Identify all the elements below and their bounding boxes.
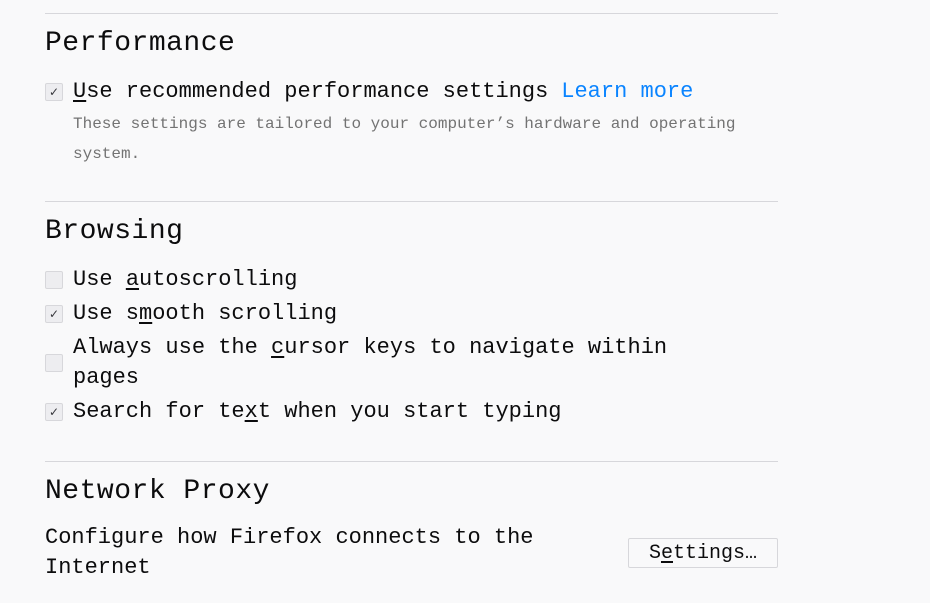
recommended-performance-checkbox[interactable]: ✓ <box>45 83 63 101</box>
label-text: Always use the <box>73 335 272 360</box>
performance-description: These settings are tailored to your comp… <box>73 115 736 163</box>
label-text: Use s <box>73 301 140 326</box>
label-text: Use <box>73 267 126 292</box>
recommended-performance-label[interactable]: Use recommended performance settings <box>73 77 548 107</box>
smooth-scrolling-option[interactable]: ✓ Use smooth scrolling <box>45 299 337 329</box>
label-text: ooth scrolling <box>152 301 338 326</box>
search-text-checkbox[interactable]: ✓ <box>45 403 63 421</box>
recommended-performance-option[interactable]: ✓ Use recommended performance settings L… <box>45 77 693 107</box>
browsing-divider <box>45 201 778 202</box>
browsing-heading: Browsing <box>45 216 184 247</box>
cursor-keys-label[interactable]: Always use the cursor keys to navigate w… <box>73 333 667 393</box>
autoscrolling-option[interactable]: Use autoscrolling <box>45 265 297 295</box>
access-key: x <box>244 399 258 424</box>
label-text: t when you start typing <box>257 399 562 424</box>
search-text-label[interactable]: Search for text when you start typing <box>73 397 562 427</box>
performance-heading: Performance <box>45 28 236 59</box>
network-divider <box>45 461 778 462</box>
top-divider <box>45 13 778 14</box>
button-text: ttings… <box>673 541 758 565</box>
network-settings-button[interactable]: Se ttings… <box>628 538 778 568</box>
button-text: S <box>648 541 661 565</box>
access-key: a <box>125 267 140 292</box>
search-text-option[interactable]: ✓ Search for text when you start typing <box>45 397 562 427</box>
network-proxy-description: Configure how Firefox connects to the In… <box>45 525 534 580</box>
access-key: c <box>271 335 285 360</box>
checkmark-icon: ✓ <box>48 405 60 419</box>
access-key: U <box>73 79 87 104</box>
access-key: m <box>139 301 153 326</box>
checkmark-icon: ✓ <box>48 85 60 99</box>
cursor-keys-option[interactable]: Always use the cursor keys to navigate w… <box>45 333 667 393</box>
label-text: se recommended performance settings <box>86 79 549 104</box>
autoscrolling-checkbox[interactable] <box>45 271 63 289</box>
access-key: e <box>660 541 673 565</box>
label-text: utoscrolling <box>139 267 298 292</box>
smooth-scrolling-checkbox[interactable]: ✓ <box>45 305 63 323</box>
autoscrolling-label[interactable]: Use autoscrolling <box>73 265 297 295</box>
cursor-keys-checkbox[interactable] <box>45 354 63 372</box>
checkmark-icon: ✓ <box>48 307 60 321</box>
network-proxy-heading: Network Proxy <box>45 476 270 507</box>
learn-more-link[interactable]: Learn more <box>561 77 693 107</box>
smooth-scrolling-label[interactable]: Use smooth scrolling <box>73 299 337 329</box>
label-text: Search for te <box>73 399 245 424</box>
